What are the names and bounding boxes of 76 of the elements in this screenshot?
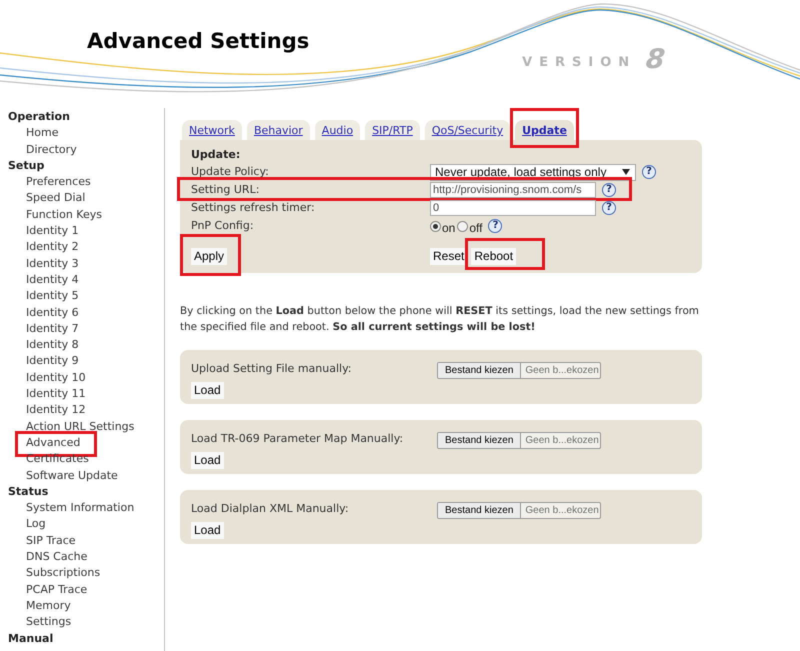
sidebar-link[interactable]: Identity 12 bbox=[26, 402, 86, 419]
sidebar-link[interactable]: Identity 4 bbox=[26, 272, 79, 288]
tab[interactable]: SIP/RTP bbox=[365, 120, 420, 140]
sidebar-link[interactable]: Home bbox=[26, 125, 58, 142]
file-input-field[interactable]: Bestand kiezen Geen b...ekozen bbox=[437, 362, 601, 379]
radio-label: off bbox=[469, 220, 482, 234]
tab[interactable]: Update bbox=[515, 120, 574, 140]
choose-file-button[interactable]: Bestand kiezen bbox=[438, 433, 522, 448]
sidebar-heading: Manual bbox=[7, 630, 54, 646]
upload-label: Load Dialplan XML Manually: bbox=[191, 501, 349, 517]
sidebar-link[interactable]: Directory bbox=[26, 142, 77, 158]
sidebar-link[interactable]: Advanced bbox=[26, 434, 80, 452]
sidebar-heading: Status bbox=[7, 484, 48, 500]
tab[interactable]: Behavior bbox=[246, 120, 310, 140]
upload-label: Upload Setting File manually: bbox=[191, 361, 352, 377]
load-button[interactable]: Load bbox=[191, 452, 224, 469]
radio-button[interactable] bbox=[430, 220, 441, 232]
sidebar-link[interactable]: Identity 9 bbox=[26, 353, 79, 370]
notice-text: By clicking on the Load button below the phone will RESET its settings, load the new settings from the specified file and reboot. So all current settings will be lost! bbox=[180, 304, 700, 335]
caret-icon bbox=[622, 169, 630, 175]
file-status-text: Geen b...ekozen bbox=[524, 504, 599, 518]
sidebar-link[interactable]: DNS Cache bbox=[26, 549, 88, 566]
help-button[interactable]: ? bbox=[642, 165, 656, 179]
action-button[interactable]: Reboot bbox=[471, 248, 516, 265]
sidebar-link[interactable]: Subscriptions bbox=[26, 565, 100, 582]
text-field[interactable]: 0 bbox=[430, 200, 596, 216]
sidebar-link[interactable]: Identity 2 bbox=[26, 239, 79, 256]
sidebar-link[interactable]: Settings bbox=[26, 614, 72, 630]
apply-button[interactable]: Apply bbox=[191, 248, 228, 265]
sidebar-heading: Setup bbox=[7, 158, 44, 174]
sidebar-link[interactable]: Identity 10 bbox=[26, 370, 86, 386]
sidebar-link[interactable]: Identity 7 bbox=[26, 320, 79, 338]
sidebar-link[interactable]: Identity 6 bbox=[26, 304, 79, 321]
load-button[interactable]: Load bbox=[191, 522, 224, 539]
radio-button[interactable] bbox=[457, 220, 468, 232]
field-label: PnP Config: bbox=[191, 219, 255, 233]
tab[interactable]: QoS/Security bbox=[424, 120, 510, 140]
sidebar-link[interactable]: PCAP Trace bbox=[26, 582, 88, 598]
sidebar-link[interactable]: Identity 5 bbox=[26, 288, 79, 305]
sidebar-link[interactable]: Memory bbox=[26, 598, 71, 614]
sidebar-link[interactable]: Identity 3 bbox=[26, 256, 79, 272]
file-status-text: Geen b...ekozen bbox=[524, 364, 599, 378]
radio-label: on bbox=[442, 220, 456, 234]
field-label: Settings refresh timer: bbox=[191, 201, 316, 215]
upload-label: Load TR-069 Parameter Map Manually: bbox=[191, 431, 404, 447]
choose-file-button[interactable]: Bestand kiezen bbox=[438, 363, 522, 378]
version-label: VERSION bbox=[522, 55, 636, 71]
sidebar-heading: Operation bbox=[7, 109, 70, 125]
text-field[interactable]: http://provisioning.snom.com/s bbox=[430, 182, 596, 198]
sidebar-link[interactable]: Identity 8 bbox=[26, 337, 79, 354]
help-button[interactable]: ? bbox=[488, 219, 502, 233]
sidebar-link[interactable]: Identity 11 bbox=[26, 386, 86, 402]
version-number: 8 bbox=[644, 46, 666, 73]
tab[interactable]: Network bbox=[182, 120, 242, 140]
sidebar-link[interactable]: Log bbox=[26, 516, 46, 533]
load-button[interactable]: Load bbox=[191, 382, 224, 399]
sidebar-link[interactable]: Software Update bbox=[26, 468, 118, 484]
section-heading: Update: bbox=[191, 147, 240, 163]
sidebar-link[interactable]: Action URL Settings bbox=[26, 418, 134, 435]
field-label: Update Policy: bbox=[191, 165, 270, 179]
sidebar-link[interactable]: Identity 1 bbox=[26, 223, 79, 240]
help-button[interactable]: ? bbox=[602, 201, 616, 215]
sidebar-link[interactable]: SIP Trace bbox=[26, 532, 76, 550]
file-input-field[interactable]: Bestand kiezen Geen b...ekozen bbox=[437, 502, 601, 519]
choose-file-button[interactable]: Bestand kiezen bbox=[438, 503, 522, 518]
sidebar-link[interactable]: Speed Dial bbox=[26, 190, 86, 207]
tab[interactable]: Audio bbox=[314, 120, 360, 140]
sidebar-link[interactable]: System Information bbox=[26, 500, 134, 516]
sidebar-link[interactable]: Preferences bbox=[26, 174, 91, 190]
sidebar-link[interactable]: Function Keys bbox=[26, 206, 102, 224]
page-title: Advanced Settings bbox=[86, 28, 310, 55]
action-button[interactable]: Reset bbox=[430, 248, 468, 265]
help-button[interactable]: ? bbox=[602, 183, 616, 197]
field-label: Setting URL: bbox=[191, 183, 260, 197]
file-input-field[interactable]: Bestand kiezen Geen b...ekozen bbox=[437, 432, 601, 449]
file-status-text: Geen b...ekozen bbox=[524, 434, 599, 448]
